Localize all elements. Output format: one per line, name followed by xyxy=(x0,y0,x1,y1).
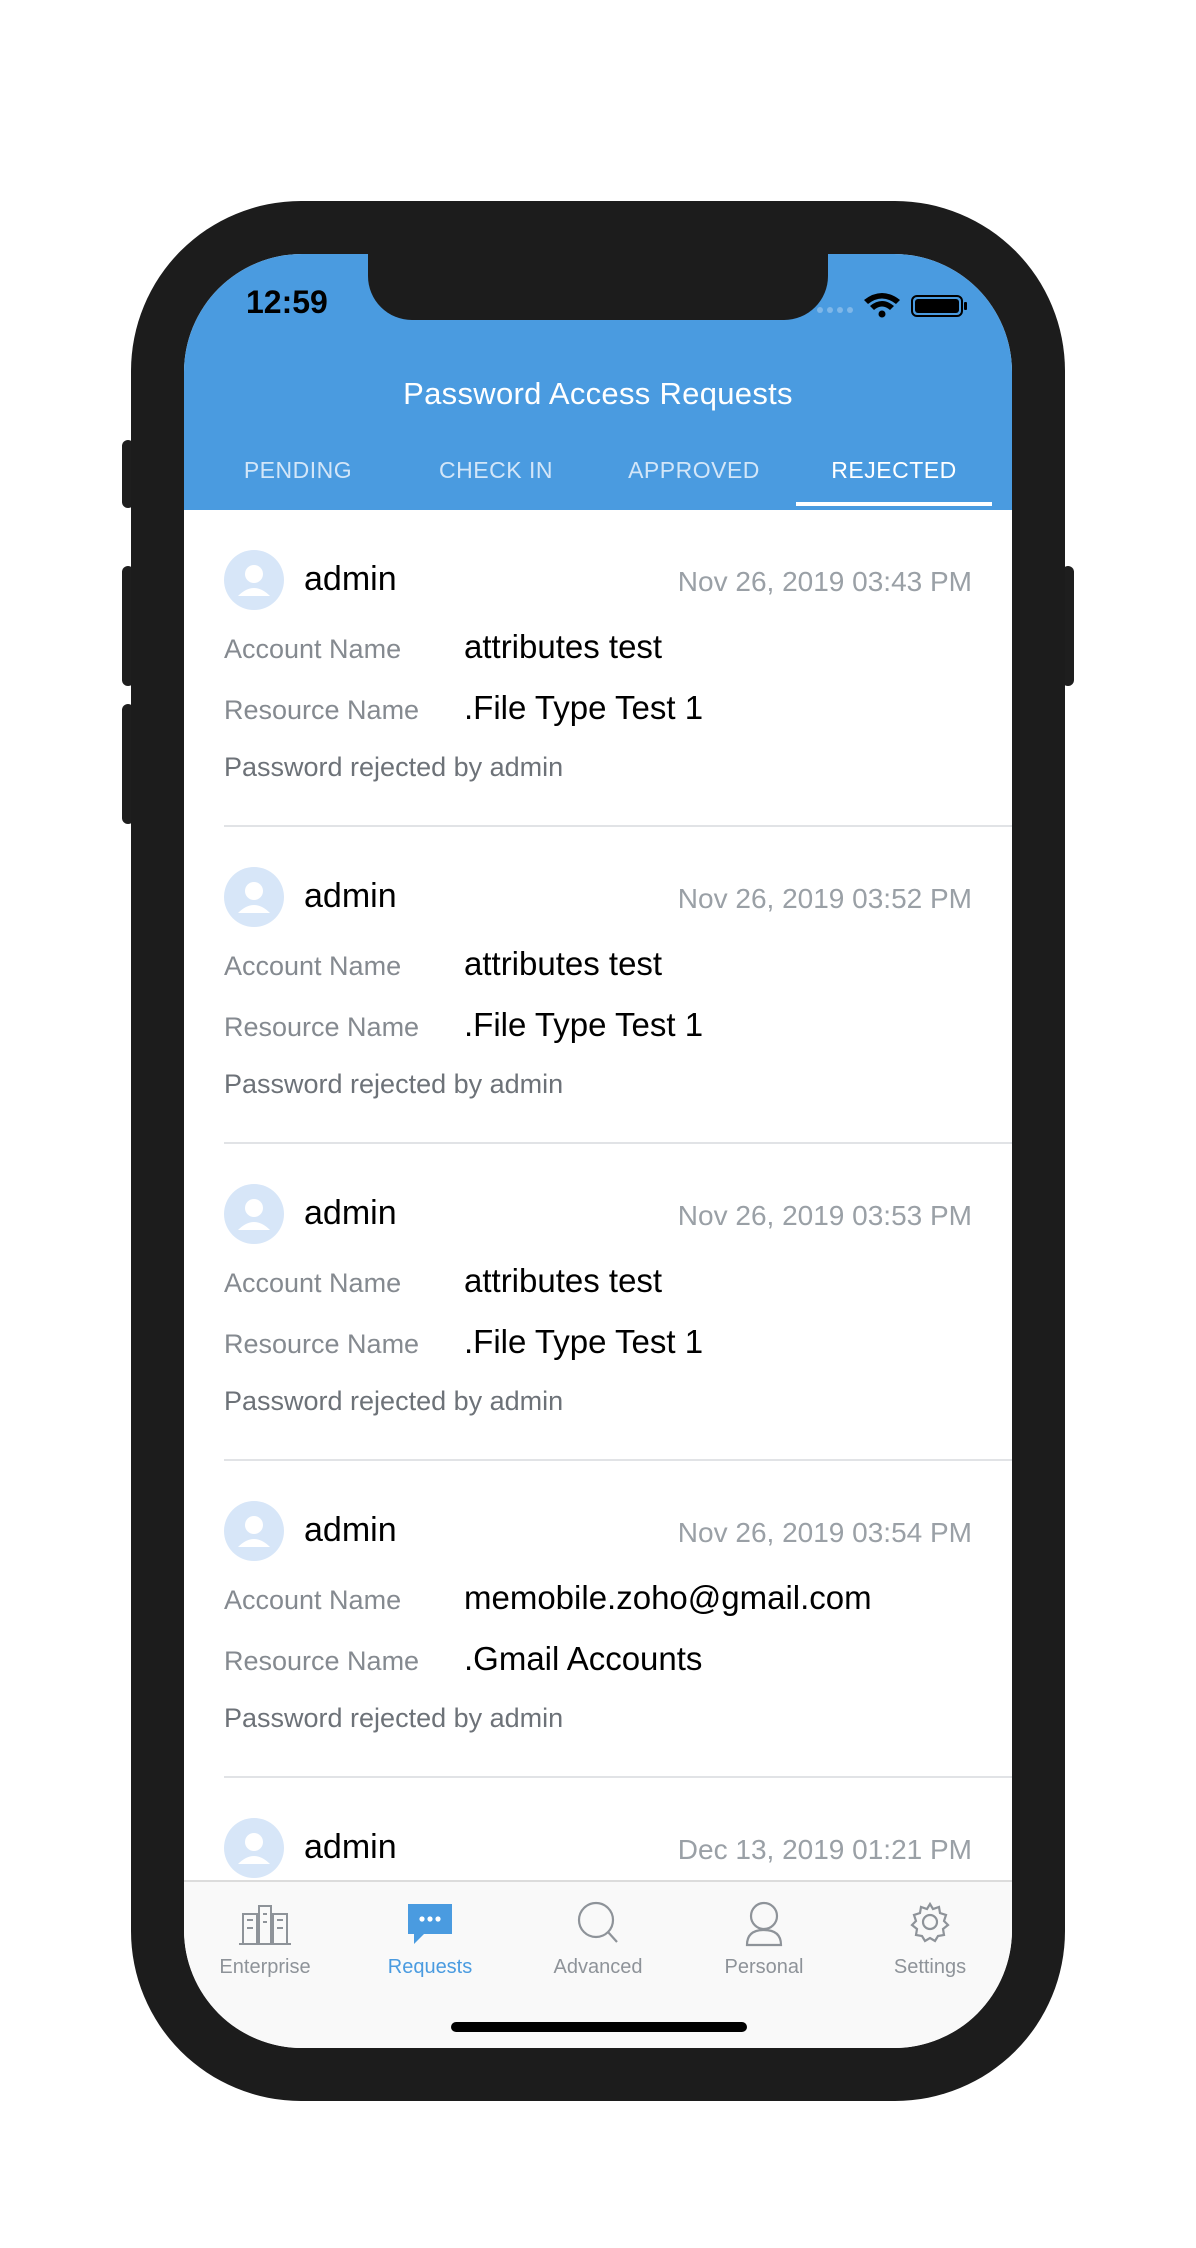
request-card[interactable]: admin Nov 26, 2019 03:54 PM Account Name… xyxy=(184,1461,1012,1778)
account-name-label: Account Name xyxy=(224,951,402,981)
active-tab-indicator xyxy=(796,502,992,506)
buildings-icon xyxy=(239,1905,291,1945)
tabbar-settings[interactable]: Settings xyxy=(847,1898,1012,1988)
person-avatar-icon xyxy=(238,565,270,596)
request-date: Nov 26, 2019 03:43 PM xyxy=(677,566,972,597)
tab-pending[interactable]: PENDING xyxy=(200,450,396,506)
phone-frame: 12:59 Password Access Requests PENDING C… xyxy=(131,201,1065,2101)
home-indicator[interactable] xyxy=(451,2022,747,2032)
device-notch xyxy=(368,254,828,320)
avatar xyxy=(224,550,284,610)
person-avatar-icon xyxy=(238,1833,270,1864)
resource-name-label: Resource Name xyxy=(224,695,420,725)
account-name-value: attributes test xyxy=(464,945,663,982)
account-name-value: memobile.zoho@gmail.com xyxy=(464,1579,872,1616)
request-card[interactable]: admin Dec 13, 2019 01:21 PM xyxy=(184,1778,1012,1880)
tab-approved[interactable]: APPROVED xyxy=(596,450,792,506)
tabbar-label: Personal xyxy=(724,1956,804,1978)
requester-name: admin xyxy=(304,1511,397,1549)
resource-name-value: .File Type Test 1 xyxy=(464,689,704,726)
status-time: 12:59 xyxy=(246,284,328,320)
tabbar-label: Requests xyxy=(387,1956,473,1978)
tabbar-enterprise[interactable]: Enterprise xyxy=(184,1898,348,1988)
wifi-icon xyxy=(864,293,900,318)
account-name-label: Account Name xyxy=(224,634,402,664)
person-icon xyxy=(745,1901,783,1947)
status-icons xyxy=(817,293,967,318)
resource-name-label: Resource Name xyxy=(224,1646,420,1676)
screen: 12:59 Password Access Requests PENDING C… xyxy=(184,254,1012,2048)
request-date: Nov 26, 2019 03:53 PM xyxy=(677,1200,972,1231)
requester-name: admin xyxy=(304,877,397,915)
battery-icon xyxy=(911,295,967,317)
resource-name-label: Resource Name xyxy=(224,1012,420,1042)
avatar xyxy=(224,1501,284,1561)
account-name-value: attributes test xyxy=(464,1262,663,1299)
tabbar-personal[interactable]: Personal xyxy=(681,1898,847,1988)
requester-name: admin xyxy=(304,1828,397,1866)
resource-name-value: .File Type Test 1 xyxy=(464,1006,704,1043)
tabbar-requests[interactable]: Requests xyxy=(347,1898,513,1988)
request-status: Password rejected by admin xyxy=(224,1703,564,1733)
request-card[interactable]: admin Nov 26, 2019 03:53 PM Account Name… xyxy=(184,1144,1012,1461)
request-status: Password rejected by admin xyxy=(224,752,564,782)
account-name-label: Account Name xyxy=(224,1585,402,1615)
request-list[interactable]: admin Nov 26, 2019 03:43 PM Account Name… xyxy=(184,510,1012,1880)
person-avatar-icon xyxy=(238,1199,270,1230)
request-date: Nov 26, 2019 03:54 PM xyxy=(677,1517,972,1548)
request-date: Dec 13, 2019 01:21 PM xyxy=(677,1834,972,1865)
resource-name-value: .Gmail Accounts xyxy=(464,1640,703,1677)
requester-name: admin xyxy=(304,560,397,598)
account-name-label: Account Name xyxy=(224,1268,402,1298)
tabbar-label: Enterprise xyxy=(219,1956,311,1978)
requester-name: admin xyxy=(304,1194,397,1232)
avatar xyxy=(224,1184,284,1244)
request-card[interactable]: admin Nov 26, 2019 03:43 PM Account Name… xyxy=(184,510,1012,827)
request-status: Password rejected by admin xyxy=(224,1069,564,1099)
resource-name-value: .File Type Test 1 xyxy=(464,1323,704,1360)
gear-icon xyxy=(910,1901,950,1943)
chat-bubble-icon xyxy=(408,1904,452,1944)
person-avatar-icon xyxy=(238,882,270,913)
avatar xyxy=(224,867,284,927)
tabbar-label: Advanced xyxy=(553,1956,643,1978)
tabbar-label: Settings xyxy=(893,1956,967,1978)
resource-name-label: Resource Name xyxy=(224,1329,420,1359)
request-status: Password rejected by admin xyxy=(224,1386,564,1416)
tab-check-in[interactable]: CHECK IN xyxy=(398,450,594,506)
request-card[interactable]: admin Nov 26, 2019 03:52 PM Account Name… xyxy=(184,827,1012,1144)
request-date: Nov 26, 2019 03:52 PM xyxy=(677,883,972,914)
person-avatar-icon xyxy=(238,1516,270,1547)
search-icon xyxy=(577,1901,618,1943)
signal-icon xyxy=(817,307,853,313)
avatar xyxy=(224,1818,284,1878)
request-tabs: PENDING CHECK IN APPROVED REJECTED xyxy=(184,450,1012,510)
account-name-value: attributes test xyxy=(464,628,663,665)
page-title: Password Access Requests xyxy=(403,376,793,411)
app-header: 12:59 Password Access Requests PENDING C… xyxy=(184,254,1012,510)
tab-rejected[interactable]: REJECTED xyxy=(796,450,992,506)
tabbar-advanced[interactable]: Advanced xyxy=(515,1898,681,1988)
